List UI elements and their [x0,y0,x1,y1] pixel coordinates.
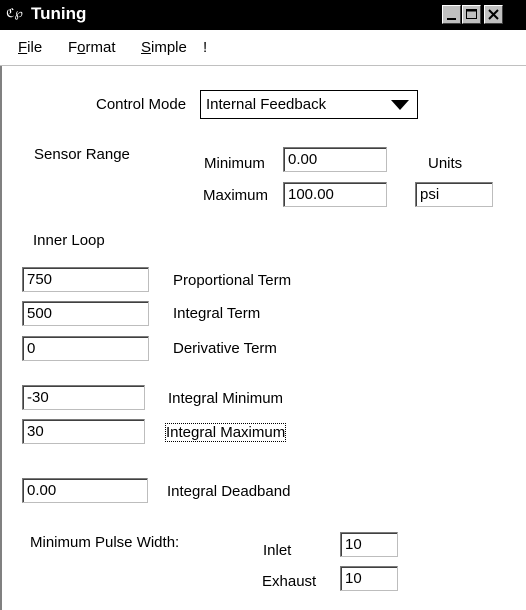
menu-exclaim[interactable]: ! [203,39,207,56]
menu-format-pre: F [68,39,78,56]
derivative-term-input[interactable]: 0 [22,336,149,361]
proportional-term-input[interactable]: 750 [22,267,149,292]
menu-file-rest: ile [27,39,43,56]
control-mode-select[interactable]: Internal Feedback [200,90,418,119]
menu-simple[interactable]: Simple [141,39,187,56]
minimum-pulse-width-label: Minimum Pulse Width: [30,534,180,551]
menu-simple-rest: imple [151,39,187,56]
derivative-term-label: Derivative Term [173,340,277,357]
integral-minimum-input[interactable]: -30 [22,385,145,410]
control-mode-value: Internal Feedback [206,96,327,113]
menu-format-rest: rmat [85,39,116,56]
close-icon [488,9,499,20]
dropdown-arrow-icon[interactable] [383,91,417,118]
units-label: Units [428,155,463,172]
minimize-button[interactable] [442,5,461,24]
tuning-window: ℭ℘ Tuning File Format Simple ! Control M… [0,0,526,610]
window-title: Tuning [31,4,87,23]
menu-file[interactable]: File [18,39,42,56]
integral-deadband-input[interactable]: 0.00 [22,478,148,503]
maximum-label: Maximum [203,187,269,204]
inlet-input[interactable]: 10 [340,532,398,557]
close-button[interactable] [484,5,503,24]
menu-format-accel: o [77,39,86,56]
exhaust-label: Exhaust [262,573,317,590]
integral-maximum-input[interactable]: 30 [22,419,145,444]
proportional-term-label: Proportional Term [173,272,292,289]
menu-format[interactable]: Format [68,39,116,56]
exhaust-input[interactable]: 10 [340,566,398,591]
maximize-icon [466,9,477,19]
integral-term-label: Integral Term [173,305,261,322]
maximize-button[interactable] [462,5,481,24]
minimize-icon [447,18,456,20]
units-input[interactable]: psi [415,182,493,207]
integral-maximum-label: Integral Maximum [164,423,287,442]
sensor-range-label: Sensor Range [34,146,130,163]
integral-term-input[interactable]: 500 [22,301,149,326]
menu-file-accel: F [18,39,28,56]
menu-bar: File Format Simple ! [0,30,526,66]
integral-deadband-label: Integral Deadband [167,483,291,500]
app-icon: ℭ℘ [6,6,23,20]
sensor-minimum-input[interactable]: 0.00 [283,147,387,172]
inlet-label: Inlet [263,542,292,559]
sensor-maximum-input[interactable]: 100.00 [283,182,387,207]
menu-simple-accel: S [141,39,152,56]
minimum-label: Minimum [204,155,265,172]
integral-minimum-label: Integral Minimum [168,390,284,407]
control-mode-label: Control Mode [96,96,187,113]
title-bar[interactable]: ℭ℘ Tuning [0,0,526,30]
inner-loop-label: Inner Loop [33,232,105,249]
